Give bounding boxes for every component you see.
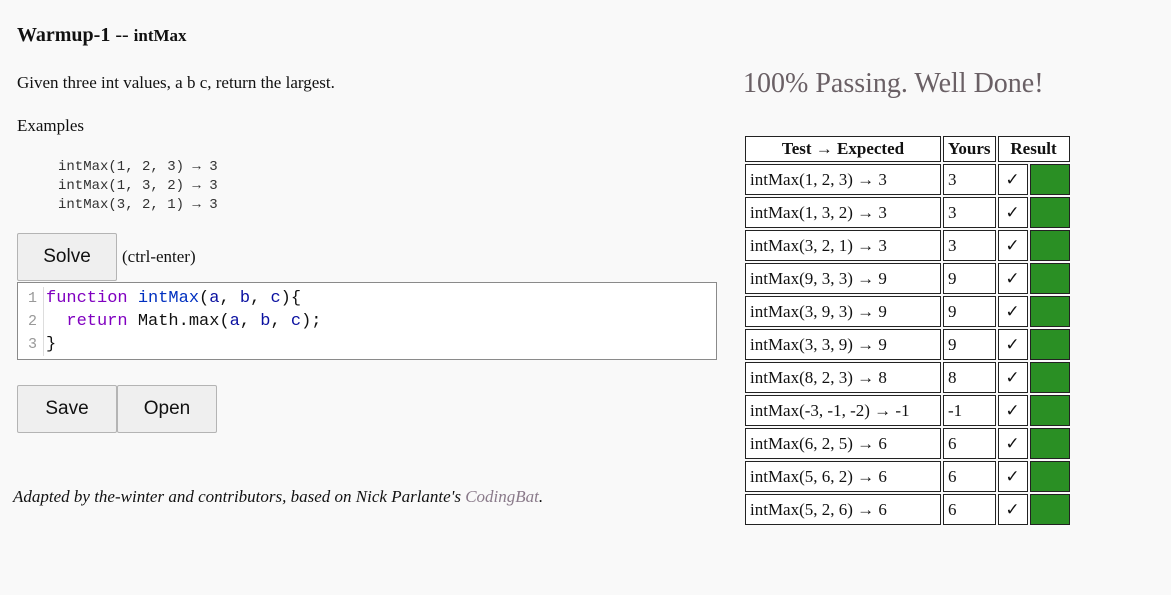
test-cell: intMax(1, 2, 3) → 3 [745, 164, 941, 195]
credit-end: . [538, 487, 544, 506]
check-icon: ✓ [997, 230, 1028, 261]
code-text[interactable]: return Math.max(a, b, c); [44, 310, 321, 333]
page-title: Warmup-1 -- intMax [17, 24, 187, 47]
solve-shortcut-hint: (ctrl-enter) [122, 247, 196, 266]
pass-indicator [1029, 428, 1070, 459]
code-line: 3} [18, 333, 716, 356]
codingbat-link[interactable]: CodingBat [465, 487, 539, 506]
test-cell: intMax(3, 2, 1) → 3 [745, 230, 941, 261]
test-cell: intMax(5, 2, 6) → 6 [745, 494, 941, 525]
table-row: intMax(1, 2, 3) → 3 3 ✓ [745, 164, 1070, 195]
credit-text: Adapted by the-winter and contributors, … [13, 487, 466, 506]
code-line: 1 function intMax(a, b, c){ [18, 287, 716, 310]
yours-cell: -1 [943, 395, 996, 426]
header-yours: Yours [943, 136, 996, 162]
header-test-expected: Test → Expected [745, 136, 941, 162]
save-button[interactable]: Save [17, 385, 117, 433]
table-row: intMax(5, 2, 6) → 6 6 ✓ [745, 494, 1070, 525]
yours-cell: 9 [943, 329, 996, 360]
code-text[interactable]: } [44, 333, 56, 356]
pass-indicator [1029, 296, 1070, 327]
examples-list: intMax(1, 2, 3) → 3 intMax(1, 3, 2) → 3 … [58, 158, 218, 215]
table-row: intMax(3, 2, 1) → 3 3 ✓ [745, 230, 1070, 261]
yours-cell: 8 [943, 362, 996, 393]
test-cell: intMax(3, 9, 3) → 9 [745, 296, 941, 327]
check-icon: ✓ [997, 362, 1028, 393]
test-cell: intMax(-3, -1, -2) → -1 [745, 395, 941, 426]
yours-cell: 6 [943, 494, 996, 525]
check-icon: ✓ [997, 263, 1028, 294]
table-row: intMax(1, 3, 2) → 3 3 ✓ [745, 197, 1070, 228]
check-icon: ✓ [997, 296, 1028, 327]
problem-name: intMax [133, 26, 187, 45]
test-cell: intMax(1, 3, 2) → 3 [745, 197, 941, 228]
check-icon: ✓ [997, 494, 1028, 525]
check-icon: ✓ [997, 395, 1028, 426]
example-line: intMax(1, 3, 2) → 3 [58, 178, 218, 194]
test-cell: intMax(8, 2, 3) → 8 [745, 362, 941, 393]
pass-indicator [1029, 494, 1070, 525]
code-text[interactable]: function intMax(a, b, c){ [44, 287, 301, 310]
pass-indicator [1029, 362, 1070, 393]
problem-description: Given three int values, a b c, return th… [17, 73, 335, 92]
examples-label: Examples [17, 116, 85, 135]
passing-status: 100% Passing. Well Done! [743, 68, 1044, 99]
test-cell: intMax(9, 3, 3) → 9 [745, 263, 941, 294]
check-icon: ✓ [997, 461, 1028, 492]
line-number: 3 [18, 333, 44, 356]
pass-indicator [1029, 230, 1070, 261]
table-row: intMax(-3, -1, -2) → -1 -1 ✓ [745, 395, 1070, 426]
code-editor[interactable]: 1 function intMax(a, b, c){ 2 return Math… [17, 282, 717, 360]
test-cell: intMax(5, 6, 2) → 6 [745, 461, 941, 492]
table-row: intMax(8, 2, 3) → 8 8 ✓ [745, 362, 1070, 393]
header-result: Result [997, 136, 1070, 162]
results-header-row: Test → Expected Yours Result [745, 136, 1070, 162]
yours-cell: 3 [943, 197, 996, 228]
code-line: 2 return Math.max(a, b, c); [18, 310, 716, 333]
line-number: 2 [18, 310, 44, 333]
pass-indicator [1029, 329, 1070, 360]
yours-cell: 6 [943, 428, 996, 459]
check-icon: ✓ [997, 428, 1028, 459]
table-row: intMax(3, 3, 9) → 9 9 ✓ [745, 329, 1070, 360]
yours-cell: 6 [943, 461, 996, 492]
check-icon: ✓ [997, 197, 1028, 228]
problem-category: Warmup-1 [17, 24, 111, 46]
yours-cell: 9 [943, 263, 996, 294]
title-separator: -- [110, 24, 134, 46]
credit-footer: Adapted by the-winter and contributors, … [13, 487, 543, 507]
table-row: intMax(5, 6, 2) → 6 6 ✓ [745, 461, 1070, 492]
table-row: intMax(3, 9, 3) → 9 9 ✓ [745, 296, 1070, 327]
open-button[interactable]: Open [117, 385, 217, 433]
pass-indicator [1029, 395, 1070, 426]
solve-button[interactable]: Solve [17, 233, 117, 281]
check-icon: ✓ [997, 164, 1028, 195]
line-number: 1 [18, 287, 44, 310]
yours-cell: 9 [943, 296, 996, 327]
table-row: intMax(9, 3, 3) → 9 9 ✓ [745, 263, 1070, 294]
test-cell: intMax(3, 3, 9) → 9 [745, 329, 941, 360]
example-line: intMax(3, 2, 1) → 3 [58, 197, 218, 213]
results-table: Test → Expected Yours Result intMax(1, 2… [743, 134, 1072, 527]
pass-indicator [1029, 197, 1070, 228]
table-row: intMax(6, 2, 5) → 6 6 ✓ [745, 428, 1070, 459]
pass-indicator [1029, 263, 1070, 294]
check-icon: ✓ [997, 329, 1028, 360]
test-cell: intMax(6, 2, 5) → 6 [745, 428, 941, 459]
pass-indicator [1029, 461, 1070, 492]
yours-cell: 3 [943, 230, 996, 261]
example-line: intMax(1, 2, 3) → 3 [58, 159, 218, 175]
yours-cell: 3 [943, 164, 996, 195]
pass-indicator [1029, 164, 1070, 195]
